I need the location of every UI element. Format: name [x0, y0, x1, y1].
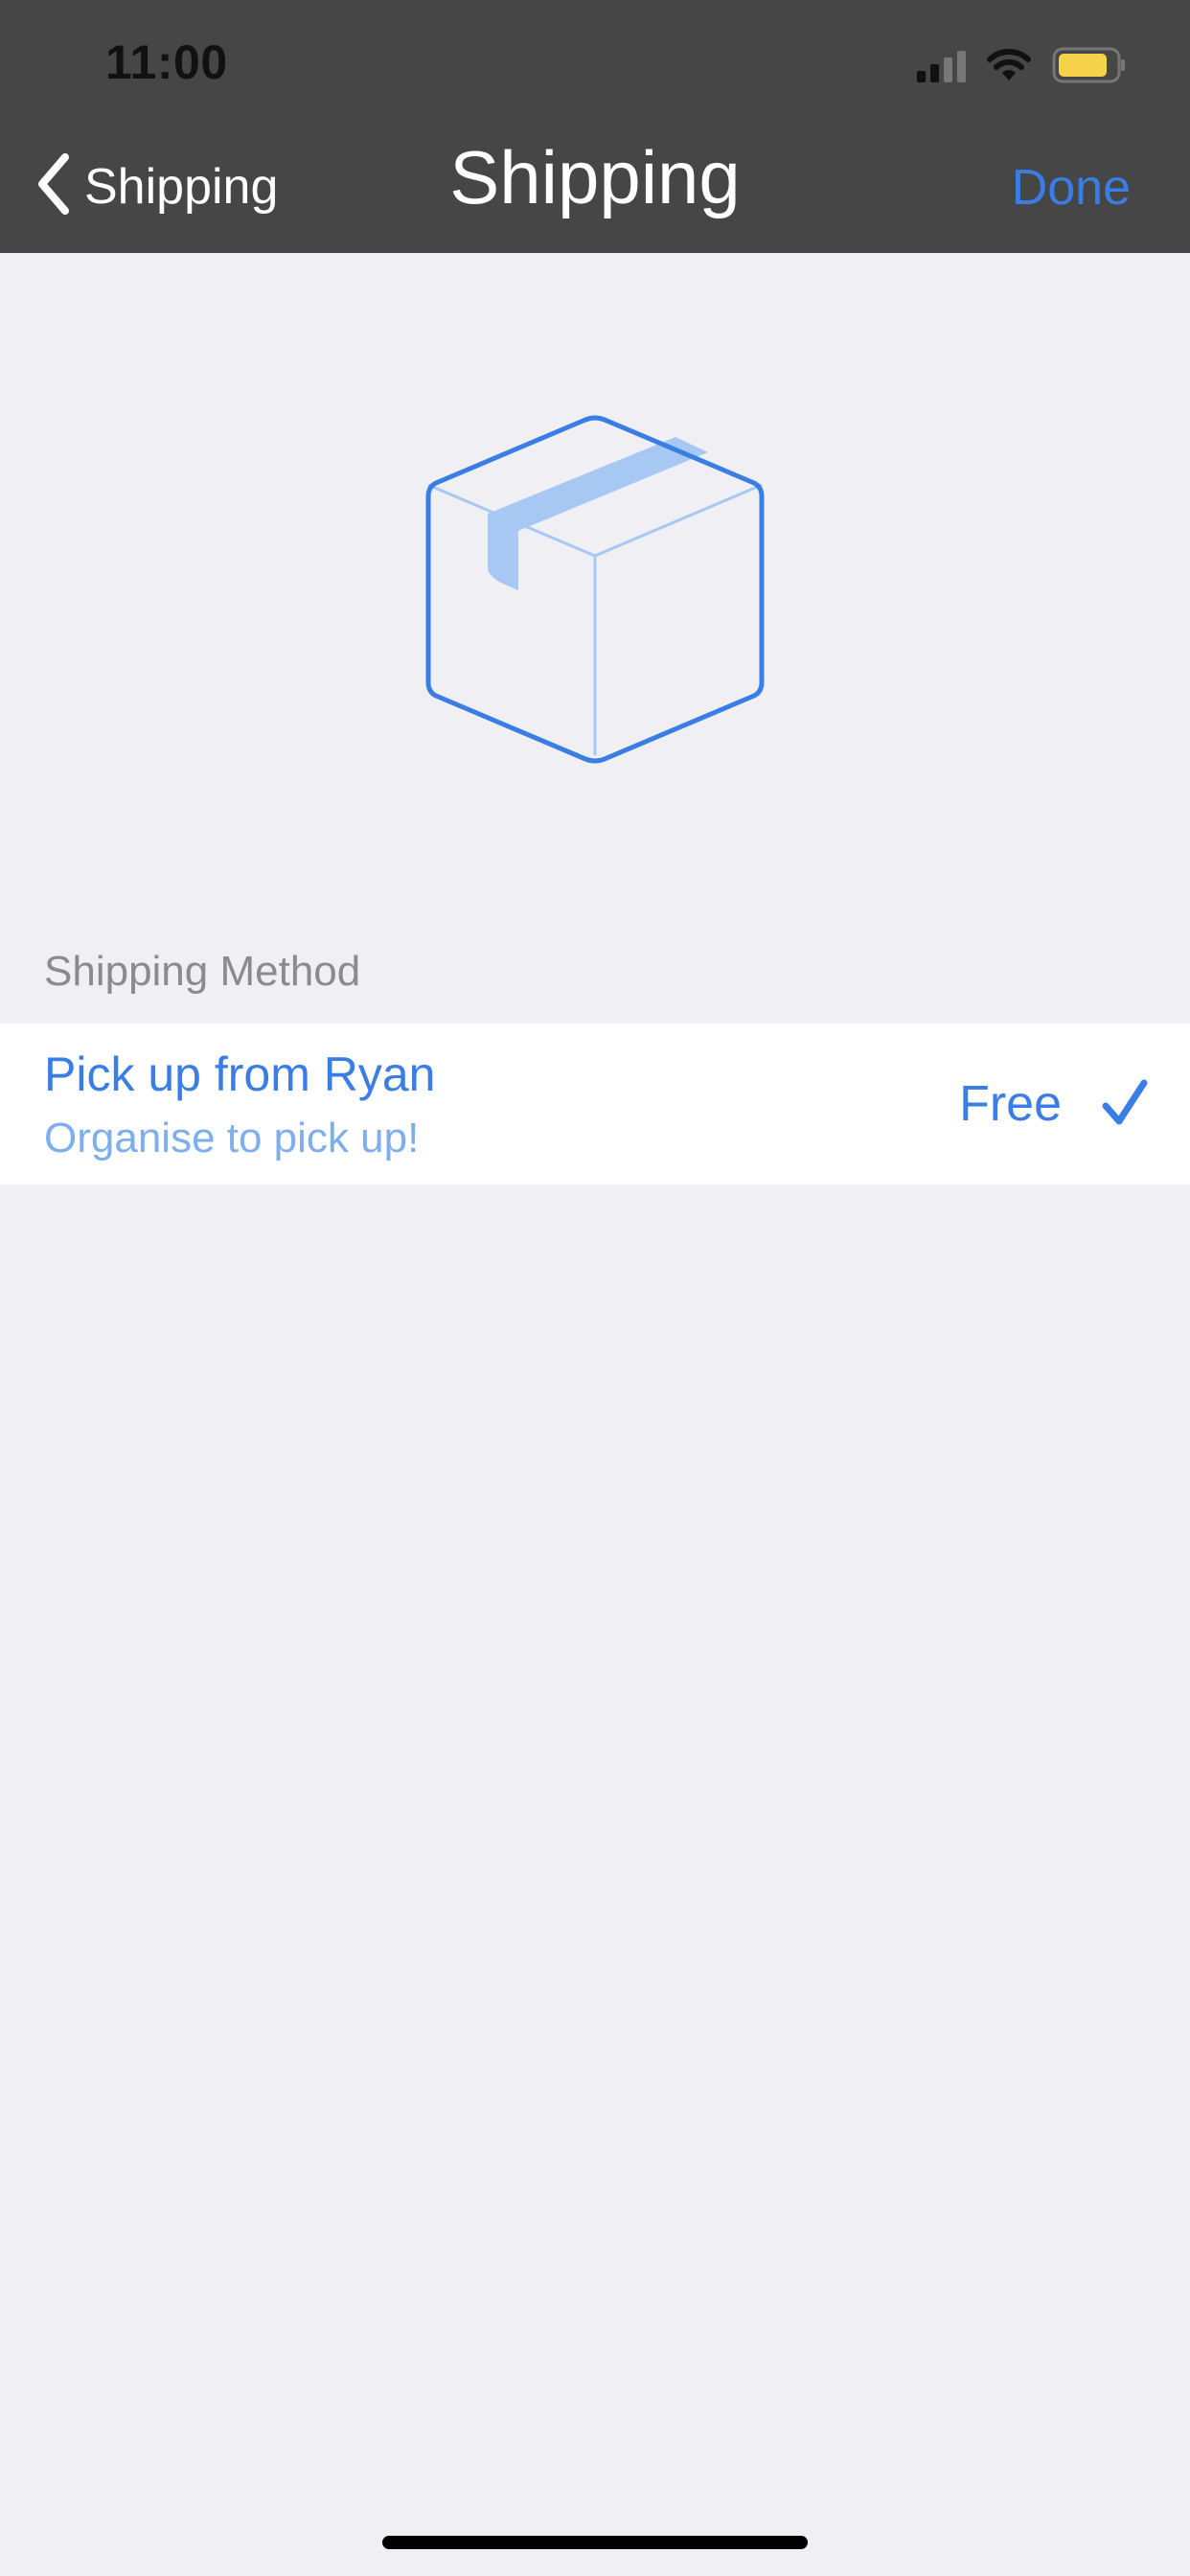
navigation-bar: 11:00 Shipping Shipping Done — [0, 0, 1190, 253]
wifi-icon — [985, 48, 1033, 82]
shipping-option-subtitle: Organise to pick up! — [44, 1115, 420, 1162]
done-button[interactable]: Done — [1012, 163, 1131, 213]
shipping-option-price: Free — [959, 1076, 1062, 1132]
cellular-signal-icon — [917, 48, 966, 82]
shipping-option-title: Pick up from Ryan — [44, 1047, 436, 1101]
shipping-screen: 11:00 Shipping Shipping Done Shipping Me… — [0, 0, 1190, 2576]
status-time: 11:00 — [105, 35, 228, 89]
checkmark-icon — [1102, 1077, 1148, 1134]
package-box-icon — [423, 414, 767, 764]
section-header-shipping-method: Shipping Method — [44, 948, 361, 995]
shipping-option-pickup[interactable]: Pick up from Ryan Organise to pick up! F… — [0, 1024, 1190, 1184]
home-indicator[interactable] — [382, 2536, 808, 2549]
battery-icon — [1052, 47, 1127, 83]
status-icons — [917, 46, 1127, 84]
